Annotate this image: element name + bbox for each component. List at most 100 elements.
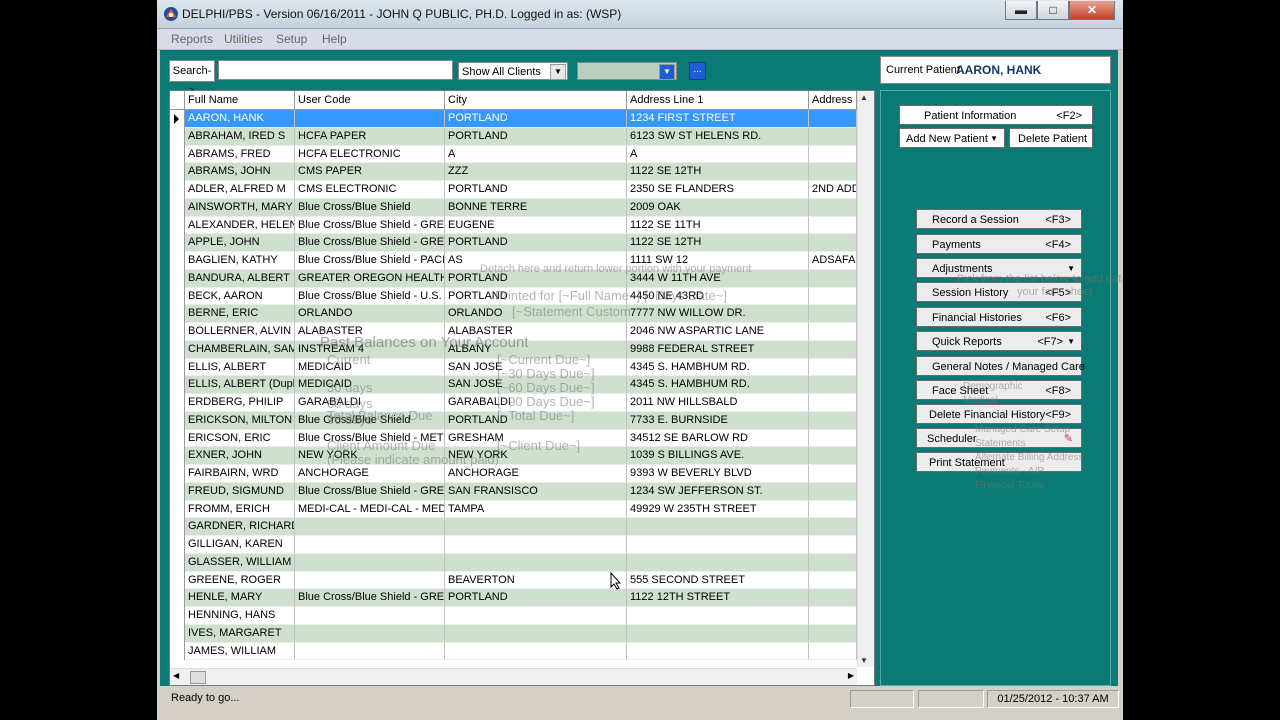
table-cell[interactable]: 1234 SW JEFFERSON ST. bbox=[627, 482, 809, 501]
table-cell[interactable]: 7733 E. BURNSIDE bbox=[627, 411, 809, 430]
row-selector[interactable] bbox=[170, 358, 185, 377]
table-cell[interactable]: PORTLAND bbox=[445, 589, 627, 607]
delete-financial-history-button[interactable]: Delete Financial History <F9> bbox=[916, 404, 1082, 424]
table-cell[interactable]: INSTREAM 4 bbox=[295, 340, 445, 359]
table-row[interactable]: AINSWORTH, MARY Blue Cross/Blue Shield BON… bbox=[170, 198, 857, 217]
table-row[interactable]: BANDURA, ALBERT GREATER OREGON HEALTH PORT… bbox=[170, 269, 857, 288]
table-cell[interactable] bbox=[809, 589, 857, 607]
row-selector[interactable] bbox=[170, 589, 185, 607]
table-cell[interactable] bbox=[627, 624, 809, 643]
table-cell[interactable]: ALABASTER bbox=[445, 323, 627, 341]
scroll-left-icon[interactable]: ◀ bbox=[173, 671, 179, 680]
table-cell[interactable]: 34512 SE BARLOW RD bbox=[627, 429, 809, 448]
row-selector[interactable] bbox=[170, 624, 185, 643]
table-cell[interactable] bbox=[809, 110, 857, 128]
table-cell[interactable]: CMS ELECTRONIC bbox=[295, 181, 445, 199]
table-row[interactable]: FREUD, SIGMUND Blue Cross/Blue Shield - G… bbox=[170, 482, 857, 501]
table-cell[interactable] bbox=[809, 216, 857, 235]
table-cell[interactable] bbox=[295, 553, 445, 572]
table-row[interactable]: ADLER, ALFRED M CMS ELECTRONIC PORTLAND 235… bbox=[170, 181, 857, 199]
table-cell[interactable]: ALBANY bbox=[445, 340, 627, 359]
table-cell[interactable]: PORTLAND bbox=[445, 234, 627, 252]
table-cell[interactable] bbox=[445, 624, 627, 643]
table-cell[interactable]: ELLIS, ALBERT bbox=[185, 358, 295, 377]
table-cell[interactable] bbox=[295, 518, 445, 536]
table-cell[interactable]: MEDICAID bbox=[295, 358, 445, 377]
table-cell[interactable]: BERNE, ERIC bbox=[185, 305, 295, 323]
table-cell[interactable] bbox=[627, 518, 809, 536]
table-row[interactable]: ELLIS, ALBERT (Dupli MEDICAID SAN JOSE 4345… bbox=[170, 376, 857, 394]
table-row[interactable]: EXNER, JOHN NEW YORK NEW YORK 1039 S BILLIN… bbox=[170, 447, 857, 465]
row-selector[interactable] bbox=[170, 127, 185, 146]
table-cell[interactable] bbox=[295, 571, 445, 590]
row-selector[interactable] bbox=[170, 323, 185, 341]
face-sheet-button[interactable]: Face Sheet <F8> bbox=[916, 380, 1082, 400]
table-cell[interactable] bbox=[809, 500, 857, 519]
table-cell[interactable] bbox=[445, 607, 627, 625]
table-cell[interactable] bbox=[809, 465, 857, 483]
table-cell[interactable]: Blue Cross/Blue Shield - GREAT bbox=[295, 589, 445, 607]
table-cell[interactable]: GARABALDI bbox=[445, 394, 627, 412]
table-cell[interactable]: NEW YORK bbox=[295, 447, 445, 465]
table-cell[interactable] bbox=[809, 376, 857, 394]
menu-utilities[interactable]: Utilities bbox=[224, 32, 263, 46]
table-row[interactable]: GARDNER, RICHARD bbox=[170, 518, 857, 536]
row-selector[interactable] bbox=[170, 465, 185, 483]
record-session-button[interactable]: Record a Session <F3> bbox=[916, 209, 1082, 229]
table-cell[interactable]: ANCHORAGE bbox=[295, 465, 445, 483]
table-cell[interactable]: Blue Cross/Blue Shield bbox=[295, 411, 445, 430]
table-cell[interactable]: A bbox=[627, 145, 809, 164]
table-cell[interactable] bbox=[809, 340, 857, 359]
table-cell[interactable]: 49929 W 235TH STREET bbox=[627, 500, 809, 519]
table-cell[interactable] bbox=[445, 642, 627, 661]
chevron-down-icon[interactable]: ▼ bbox=[550, 64, 566, 80]
menu-help[interactable]: Help bbox=[322, 32, 347, 46]
table-cell[interactable] bbox=[809, 163, 857, 181]
table-row[interactable]: GREENE, ROGER BEAVERTON 555 SECOND STREET bbox=[170, 571, 857, 590]
table-cell[interactable] bbox=[809, 571, 857, 590]
table-cell[interactable]: Blue Cross/Blue Shield - U.S. BI bbox=[295, 287, 445, 306]
table-cell[interactable]: MEDI-CAL - MEDI-CAL - MED bbox=[295, 500, 445, 519]
row-selector[interactable] bbox=[170, 642, 185, 661]
financial-histories-button[interactable]: Financial Histories <F6> bbox=[916, 307, 1082, 327]
table-row[interactable]: FAIRBAIRN, WRD ANCHORAGE ANCHORAGE 9393 W B… bbox=[170, 465, 857, 483]
session-history-button[interactable]: Session History <F5> bbox=[916, 282, 1082, 302]
print-statement-button[interactable]: Print Statement bbox=[916, 452, 1082, 472]
row-selector[interactable] bbox=[170, 447, 185, 465]
table-cell[interactable] bbox=[809, 429, 857, 448]
row-selector[interactable] bbox=[170, 181, 185, 199]
row-selector[interactable] bbox=[170, 607, 185, 625]
table-cell[interactable] bbox=[295, 642, 445, 661]
table-cell[interactable]: Blue Cross/Blue Shield bbox=[295, 198, 445, 217]
table-cell[interactable] bbox=[809, 411, 857, 430]
table-cell[interactable]: ORLANDO bbox=[445, 305, 627, 323]
table-cell[interactable]: 555 SECOND STREET bbox=[627, 571, 809, 590]
table-cell[interactable]: ABRAMS, JOHN bbox=[185, 163, 295, 181]
table-cell[interactable]: PORTLAND bbox=[445, 287, 627, 306]
general-notes-button[interactable]: General Notes / Managed Care bbox=[916, 356, 1085, 376]
table-cell[interactable]: ORLANDO bbox=[295, 305, 445, 323]
chevron-down-icon[interactable]: ▼ bbox=[659, 64, 675, 80]
horizontal-scrollbar[interactable]: ◀ ▶ bbox=[170, 668, 857, 685]
table-cell[interactable]: PORTLAND bbox=[445, 110, 627, 128]
table-row[interactable]: APPLE, JOHN Blue Cross/Blue Shield - GREA… bbox=[170, 234, 857, 252]
table-row[interactable]: ALEXANDER, HELEN Blue Cross/Blue Shield -… bbox=[170, 216, 857, 235]
table-cell[interactable]: HCFA ELECTRONIC bbox=[295, 145, 445, 164]
table-row[interactable]: ABRAHAM, IRED S HCFA PAPER PORTLAND 6123 SW… bbox=[170, 127, 857, 146]
row-selector[interactable] bbox=[170, 429, 185, 448]
table-cell[interactable]: 2ND ADD bbox=[809, 181, 857, 199]
table-row[interactable]: GLASSER, WILLIAM bbox=[170, 553, 857, 572]
table-cell[interactable]: GLASSER, WILLIAM bbox=[185, 553, 295, 572]
scroll-up-icon[interactable]: ▲ bbox=[860, 93, 868, 102]
table-cell[interactable]: NEW YORK bbox=[445, 447, 627, 465]
table-cell[interactable]: 4345 S. HAMBHUM RD. bbox=[627, 358, 809, 377]
table-cell[interactable]: JAMES, WILLIAM bbox=[185, 642, 295, 661]
scheduler-button[interactable]: Scheduler ✎ bbox=[916, 428, 1082, 448]
table-cell[interactable]: CHAMBERLAIN, SAM/ bbox=[185, 340, 295, 359]
table-cell[interactable]: CMS PAPER bbox=[295, 163, 445, 181]
table-cell[interactable] bbox=[809, 358, 857, 377]
table-cell[interactable]: 9393 W BEVERLY BLVD bbox=[627, 465, 809, 483]
table-cell[interactable]: SAN JOSE bbox=[445, 376, 627, 394]
table-cell[interactable]: 1234 FIRST STREET bbox=[627, 110, 809, 128]
search-input[interactable] bbox=[218, 60, 453, 80]
